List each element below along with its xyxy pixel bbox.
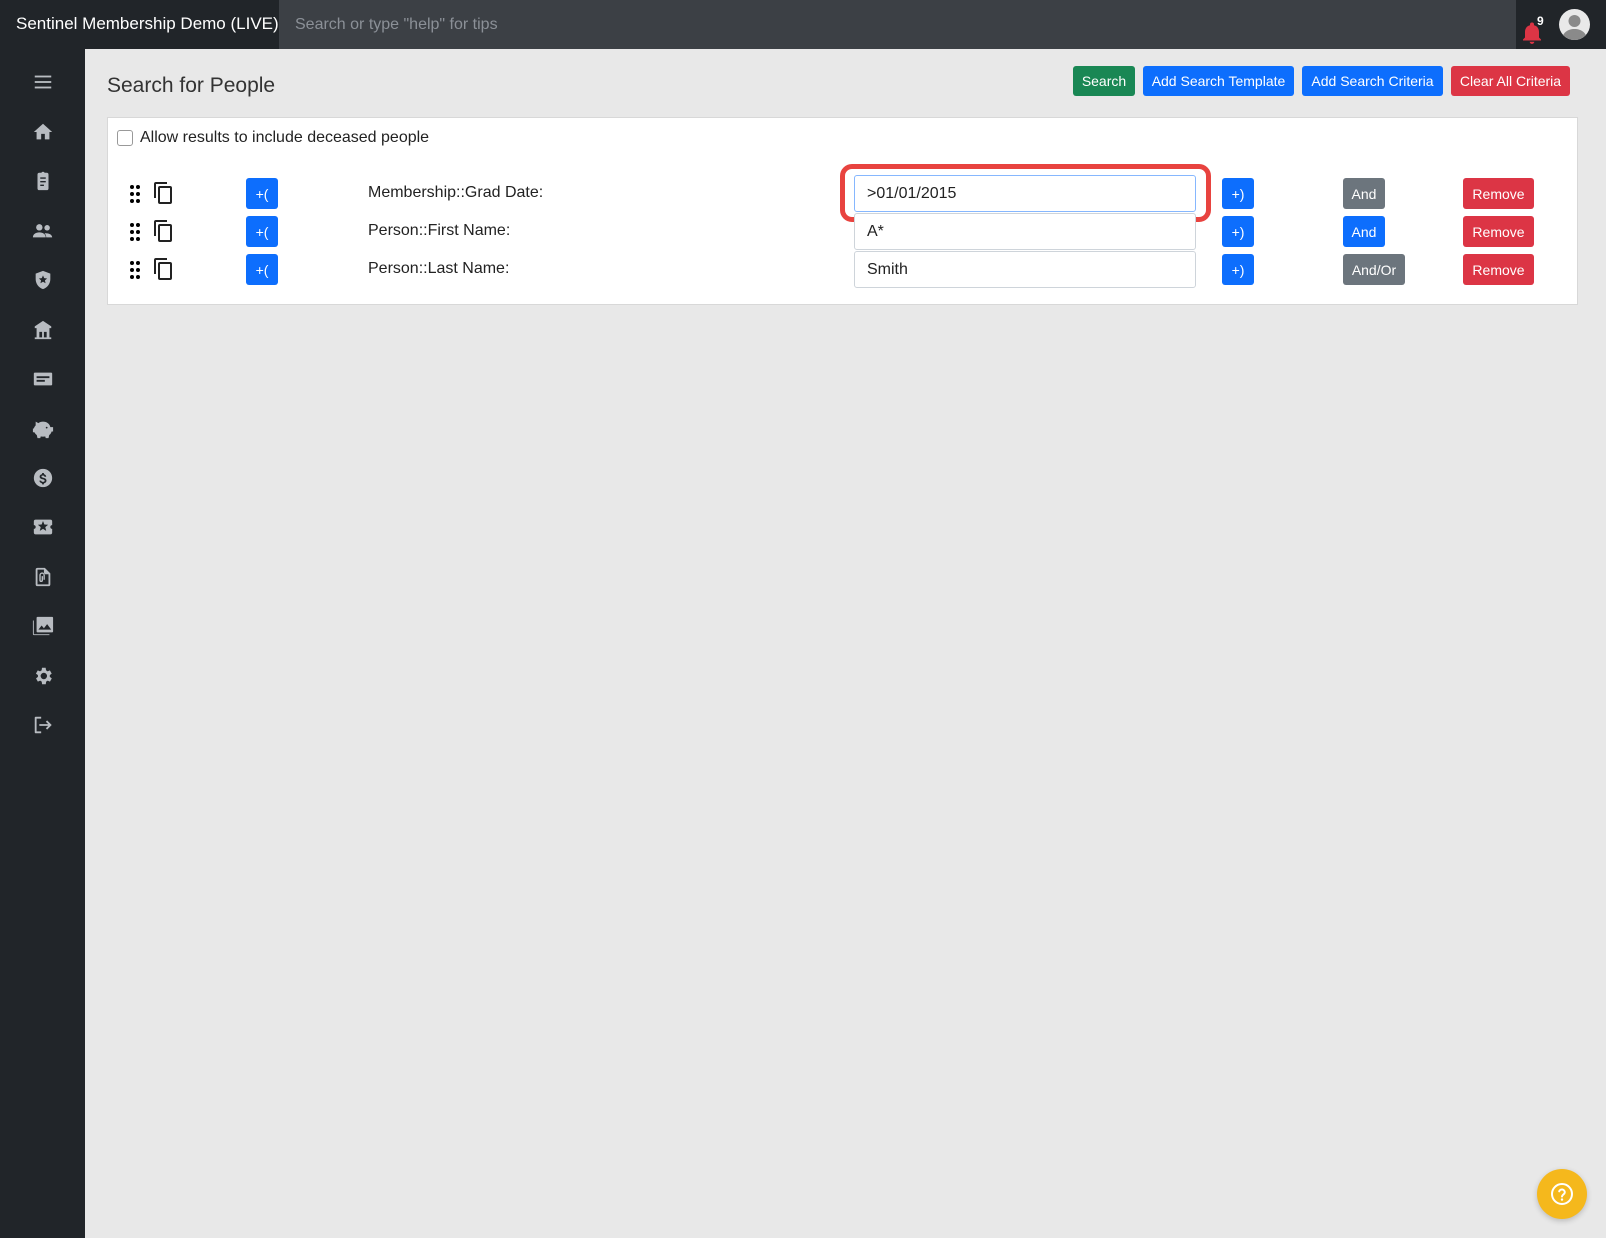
- sidebar: [0, 49, 85, 1238]
- images-icon[interactable]: [29, 612, 57, 640]
- people-icon[interactable]: [29, 217, 57, 245]
- open-paren-button[interactable]: +(: [246, 178, 278, 209]
- app-title[interactable]: Sentinel Membership Demo (LIVE): [16, 14, 279, 34]
- building-icon[interactable]: [29, 316, 57, 344]
- drag-handle-icon[interactable]: [129, 222, 141, 242]
- criteria-value-input[interactable]: [854, 175, 1196, 212]
- drag-handle-icon[interactable]: [129, 260, 141, 280]
- criteria-label: Person::First Name:: [368, 222, 511, 239]
- criteria-label: Person::Last Name:: [368, 260, 510, 277]
- criteria-value-input[interactable]: [854, 213, 1196, 250]
- close-paren-button[interactable]: +): [1222, 216, 1254, 247]
- criteria-row: +( Person::First Name: +) And Remove: [108, 213, 1577, 250]
- criteria-row: +( Membership::Grad Date: +) And Remove: [108, 164, 1577, 222]
- dollar-icon[interactable]: [29, 464, 57, 492]
- criteria-panel: Allow results to include deceased people…: [107, 117, 1578, 305]
- ticket-icon[interactable]: [29, 513, 57, 541]
- copy-icon[interactable]: [152, 257, 174, 281]
- deceased-checkbox[interactable]: [117, 130, 133, 146]
- copy-icon[interactable]: [152, 219, 174, 243]
- remove-button[interactable]: Remove: [1463, 254, 1534, 285]
- page-title: Search for People: [107, 74, 276, 97]
- remove-button[interactable]: Remove: [1463, 178, 1534, 209]
- criteria-row: +( Person::Last Name: +) And/Or Remove: [108, 251, 1577, 288]
- clipboard-icon[interactable]: [29, 167, 57, 195]
- criteria-value-input[interactable]: [854, 251, 1196, 288]
- search-button[interactable]: Search: [1073, 66, 1135, 96]
- avatar[interactable]: [1559, 9, 1590, 40]
- logic-toggle-button[interactable]: And/Or: [1343, 254, 1405, 285]
- question-icon: [1551, 1183, 1573, 1205]
- attachment-file-icon[interactable]: [29, 563, 57, 591]
- gear-icon[interactable]: [29, 662, 57, 690]
- open-paren-button[interactable]: +(: [246, 216, 278, 247]
- logout-icon[interactable]: [29, 711, 57, 739]
- add-search-criteria-button[interactable]: Add Search Criteria: [1302, 66, 1443, 96]
- help-button[interactable]: [1537, 1169, 1587, 1219]
- shield-star-icon[interactable]: [29, 266, 57, 294]
- open-paren-button[interactable]: +(: [246, 254, 278, 285]
- piggy-bank-icon[interactable]: [29, 415, 57, 443]
- close-paren-button[interactable]: +): [1222, 254, 1254, 285]
- drag-handle-icon[interactable]: [129, 184, 141, 204]
- logic-toggle-button[interactable]: And: [1343, 178, 1385, 209]
- top-bar: Sentinel Membership Demo (LIVE) 9: [0, 0, 1606, 49]
- add-search-template-button[interactable]: Add Search Template: [1143, 66, 1294, 96]
- remove-button[interactable]: Remove: [1463, 216, 1534, 247]
- deceased-label: Allow results to include deceased people: [140, 129, 430, 146]
- criteria-label: Membership::Grad Date:: [368, 184, 544, 201]
- menu-icon[interactable]: [29, 68, 57, 96]
- home-icon[interactable]: [29, 118, 57, 146]
- user-silhouette-icon: [1562, 15, 1587, 40]
- id-card-icon[interactable]: [29, 365, 57, 393]
- clear-all-criteria-button[interactable]: Clear All Criteria: [1451, 66, 1570, 96]
- global-search-input[interactable]: [279, 0, 1516, 49]
- copy-icon[interactable]: [152, 181, 174, 205]
- notification-count: 9: [1537, 14, 1544, 28]
- logic-toggle-button[interactable]: And: [1343, 216, 1385, 247]
- close-paren-button[interactable]: +): [1222, 178, 1254, 209]
